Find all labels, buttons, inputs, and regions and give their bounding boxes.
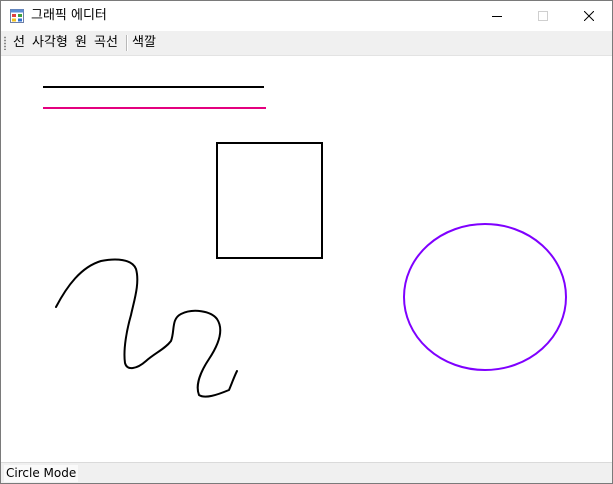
drawing-canvas[interactable] xyxy=(1,56,612,461)
status-strip: Circle Mode xyxy=(1,462,612,483)
minimize-icon xyxy=(492,16,502,17)
shape-curve xyxy=(55,258,238,398)
close-icon xyxy=(584,11,594,21)
shape-rectangle xyxy=(216,142,323,259)
maximize-icon xyxy=(538,11,548,21)
window-title: 그래픽 에디터 xyxy=(31,8,107,23)
close-button[interactable] xyxy=(566,1,612,31)
app-window-icon xyxy=(10,9,24,23)
maximize-button[interactable] xyxy=(520,1,566,31)
main-window: 그래픽 에디터 선 사각형 원 곡선 색깔 Circle Mode xyxy=(0,0,613,484)
shape-circle xyxy=(403,223,567,371)
toolbar-separator xyxy=(126,35,128,51)
line-tool-button[interactable]: 선 xyxy=(13,34,25,52)
tool-strip: 선 사각형 원 곡선 색깔 xyxy=(1,31,612,56)
title-bar[interactable]: 그래픽 에디터 xyxy=(1,1,612,31)
toolbar-grip[interactable] xyxy=(4,36,6,50)
drawing-surface xyxy=(43,86,567,398)
mode-status-label: Circle Mode xyxy=(4,465,79,482)
rectangle-tool-button[interactable]: 사각형 xyxy=(32,34,68,52)
curve-tool-button[interactable]: 곡선 xyxy=(94,34,118,52)
color-tool-button[interactable]: 색깔 xyxy=(132,34,156,52)
circle-tool-button[interactable]: 원 xyxy=(75,34,87,52)
minimize-button[interactable] xyxy=(474,1,520,31)
